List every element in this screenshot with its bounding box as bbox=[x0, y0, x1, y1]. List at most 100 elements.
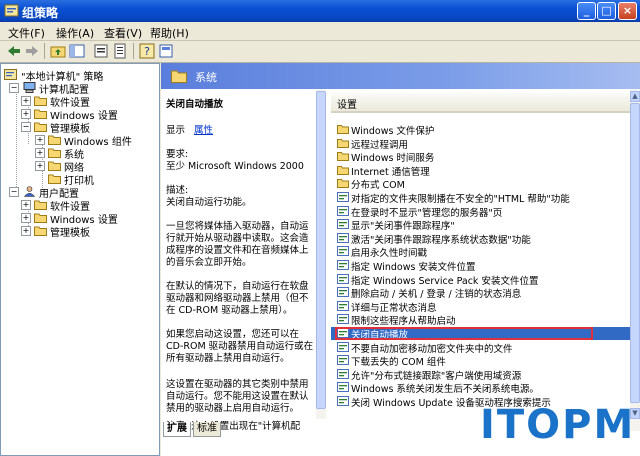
list-item[interactable]: Windows 系统关闭发生后不关闭系统电源。 bbox=[331, 381, 630, 396]
list-item[interactable]: 详细与正常状态消息 bbox=[331, 300, 630, 314]
menu-help[interactable]: 帮助(H) bbox=[150, 25, 189, 41]
policy-setting-icon bbox=[337, 232, 349, 243]
list-item[interactable]: 限制这些程序从帮助启动 bbox=[331, 313, 630, 327]
list-item-label: 删除启动 / 关机 / 登录 / 注销的状态消息 bbox=[351, 289, 522, 301]
collapse-icon[interactable]: − bbox=[9, 83, 19, 93]
details-pane: 系统 关闭自动播放 显示 属性 要求: 至少 Microsoft Windows… bbox=[161, 63, 640, 456]
description-para-2: 在默认的情况下，自动运行在软盘驱动器和网络驱动器上禁用（但不在 CD-ROM 驱… bbox=[166, 281, 309, 316]
view-icon[interactable] bbox=[158, 43, 174, 59]
menu-view[interactable]: 查看(V) bbox=[104, 25, 142, 41]
policy-setting-icon bbox=[337, 314, 349, 325]
window-title: 组策略 bbox=[22, 6, 59, 20]
expand-icon[interactable]: + bbox=[21, 109, 31, 119]
list-item[interactable]: 指定 Windows 安装文件位置 bbox=[331, 259, 630, 273]
properties-link[interactable]: 属性 bbox=[194, 125, 213, 136]
list-item[interactable]: 对指定的文件夹限制播在不安全的"HTML 帮助"功能 bbox=[331, 191, 630, 205]
folder-icon bbox=[337, 125, 349, 134]
list-item[interactable]: Windows 时间服务 bbox=[331, 150, 630, 165]
folder-open-icon bbox=[171, 70, 187, 83]
folder-icon bbox=[337, 165, 349, 175]
list-item-label: Windows 时间服务 bbox=[351, 153, 435, 165]
maximize-button[interactable]: □ bbox=[597, 2, 616, 20]
toolbar: ? bbox=[0, 41, 640, 63]
column-header-label: 设置 bbox=[337, 100, 357, 111]
policy-setting-icon bbox=[337, 396, 349, 406]
svg-text:?: ? bbox=[144, 45, 150, 58]
list-item[interactable]: Windows 文件保护 bbox=[331, 123, 630, 137]
scroll-up-arrow[interactable]: ▲ bbox=[630, 91, 640, 102]
description-first: 关闭自动运行功能。 bbox=[166, 197, 252, 208]
up-folder-icon[interactable] bbox=[50, 43, 66, 59]
list-item[interactable]: 分布式 COM bbox=[331, 177, 630, 192]
view-tabs: 扩展 标准 bbox=[161, 422, 326, 438]
list-item-label: Windows 系统关闭发生后不关闭系统电源。 bbox=[351, 384, 539, 396]
folder-icon bbox=[48, 161, 61, 171]
list-item-label: 显示"关闭事件跟踪程序" bbox=[351, 221, 455, 233]
list-item-label: 对指定的文件夹限制播在不安全的"HTML 帮助"功能 bbox=[351, 194, 570, 205]
folder-icon bbox=[34, 200, 47, 210]
title-bar: 组策略 _ □ × bbox=[0, 0, 640, 22]
minimize-button[interactable]: _ bbox=[577, 2, 596, 20]
list-item[interactable]: 显示"关闭事件跟踪程序" bbox=[331, 218, 630, 233]
folder-open-icon bbox=[48, 148, 61, 158]
list-item[interactable]: Internet 通信管理 bbox=[331, 164, 630, 178]
list-item-label: 不要自动加密移动加密文件夹中的文件 bbox=[351, 343, 513, 355]
folder-icon bbox=[34, 96, 47, 106]
list-item[interactable]: 删除启动 / 关机 / 登录 / 注销的状态消息 bbox=[331, 286, 630, 301]
menu-file[interactable]: 文件(F) bbox=[8, 25, 45, 41]
expand-icon[interactable]: + bbox=[21, 226, 31, 236]
scrollbar-thumb[interactable] bbox=[630, 103, 640, 403]
tab-standard[interactable]: 标准 bbox=[193, 422, 221, 437]
expand-icon[interactable]: + bbox=[35, 161, 45, 171]
help-icon[interactable]: ? bbox=[139, 43, 155, 59]
export-icon[interactable] bbox=[112, 43, 128, 59]
list-item[interactable]: 激活"关闭事件跟踪程序系统状态数据"功能 bbox=[331, 232, 630, 246]
settings-list: 设置 Windows 文件保护远程过程调用 Windows 时间服务 Interne… bbox=[331, 89, 640, 431]
folder-icon bbox=[34, 109, 47, 119]
expand-icon[interactable]: + bbox=[35, 148, 45, 158]
policy-setting-icon bbox=[337, 273, 349, 284]
folder-open-icon bbox=[34, 122, 47, 132]
list-scrollbar[interactable]: ▲ ▼ bbox=[630, 89, 640, 431]
tab-extended[interactable]: 扩展 bbox=[163, 422, 191, 437]
column-header-setting[interactable]: 设置 bbox=[331, 93, 630, 113]
expand-icon[interactable]: + bbox=[35, 135, 45, 145]
list-item[interactable]: 远程过程调用 bbox=[331, 137, 630, 151]
folder-icon bbox=[337, 138, 349, 148]
folder-icon bbox=[34, 226, 47, 236]
list-item-label: 允许"分布式链接跟踪"客户端使用域资源 bbox=[351, 370, 522, 382]
folder-icon bbox=[34, 213, 47, 223]
list-item-label: 远程过程调用 bbox=[351, 139, 409, 151]
description-para-3: 如果您启动这设置，您还可以在 CD-ROM 驱动器禁用自动运行或在所有驱动器上禁… bbox=[166, 329, 314, 364]
requirements-value: 至少 Microsoft Windows 2000 bbox=[166, 161, 304, 172]
list-item[interactable]: 不要自动加密移动加密文件夹中的文件 bbox=[331, 341, 630, 355]
description-scrollbar[interactable] bbox=[316, 89, 326, 419]
expand-icon[interactable]: + bbox=[21, 200, 31, 210]
scrollbar-thumb[interactable] bbox=[316, 91, 326, 409]
list-item-label: 在登录时不显示"管理您的服务器"页 bbox=[351, 207, 503, 219]
list-item-label: 分布式 COM bbox=[351, 180, 405, 192]
properties-icon[interactable] bbox=[93, 43, 109, 59]
itopm-watermark-logo: ITOPM bbox=[480, 402, 635, 448]
show-properties-row: 显示 属性 bbox=[166, 125, 316, 137]
collapse-icon[interactable]: − bbox=[9, 187, 19, 197]
list-item[interactable]: 在登录时不显示"管理您的服务器"页 bbox=[331, 205, 630, 219]
group-policy-icon bbox=[4, 4, 19, 17]
menu-bar: 文件(F) 操作(A) 查看(V) 帮助(H) bbox=[0, 22, 640, 41]
list-item[interactable]: 指定 Windows Service Pack 安装文件位置 bbox=[331, 273, 630, 287]
policy-setting-icon bbox=[337, 300, 349, 311]
close-button[interactable]: × bbox=[618, 2, 637, 20]
expand-icon[interactable]: + bbox=[21, 96, 31, 106]
list-item[interactable]: 下载丢失的 COM 组件 bbox=[331, 354, 630, 368]
show-tree-icon[interactable] bbox=[69, 43, 85, 59]
forward-icon[interactable] bbox=[24, 43, 40, 59]
watermark-text: ITOPM bbox=[480, 402, 636, 448]
back-icon[interactable] bbox=[6, 43, 22, 59]
list-item-label: 指定 Windows Service Pack 安装文件位置 bbox=[351, 275, 539, 287]
list-item-label: Internet 通信管理 bbox=[351, 166, 430, 178]
expand-icon[interactable]: + bbox=[21, 213, 31, 223]
collapse-icon[interactable]: − bbox=[21, 122, 31, 132]
list-item[interactable]: 允许"分布式链接跟踪"客户端使用域资源 bbox=[331, 368, 630, 382]
list-item[interactable]: 启用永久性时间戳 bbox=[331, 245, 630, 259]
menu-action[interactable]: 操作(A) bbox=[56, 25, 94, 41]
